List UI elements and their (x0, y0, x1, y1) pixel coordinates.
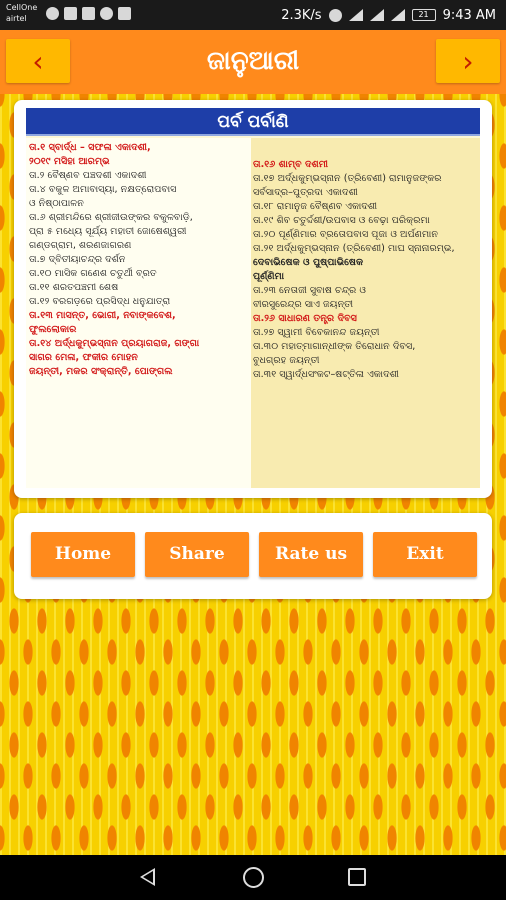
facebook-icon (118, 7, 131, 20)
calendar-heading: ପର୍ବ ପର୍ବାଣି (26, 108, 480, 136)
play-store-icon (82, 7, 95, 20)
wifi-icon (348, 9, 363, 21)
clock: 9:43 AM (442, 7, 496, 23)
recent-apps-icon[interactable] (348, 868, 366, 886)
calendar-card: ପର୍ବ ପର୍ବାଣି ତା.୧ ସ୍ବାର୍ଦ୍ଧ – ସଫଳା ଏକାଦଶ… (14, 100, 492, 498)
status-bar: CellOne airtel 2.3K/s 21 9:43 AM (0, 0, 506, 30)
calendar-entry: ତା.୬ ଶ୍ରୀମନ୍ଦିରେ ଶ୍ରୀଜୀଉଙ୍କର ବକୁଳବାଡ଼ି, (29, 212, 193, 223)
calendar-entry: ପ୍ରା ୫ ମଧ୍ୟେ ସୂର୍ଯ୍ୟ ମହାତୀ ଜୋଷେଶ୍ୱରୀ (29, 226, 187, 237)
calendar-left-column: ତା.୧ ସ୍ବାର୍ଦ୍ଧ – ସଫଳା ଏକାଦଶୀ, ୨୦୧୯ ମସିହା… (26, 138, 251, 488)
signal-1-icon (369, 9, 384, 21)
signal-2-icon (390, 9, 405, 21)
calendar-entry: ତା.୧୬ ଶାମ୍ବ ଦଶମୀ (253, 159, 329, 170)
rate-us-button[interactable]: Rate us (259, 532, 363, 577)
calendar-entry: ତା.୨୭ ସ୍ୱାମୀ ବିବେକାନନ୍ଦ ଜୟନ୍ତୀ (253, 327, 380, 338)
carrier-info: CellOne airtel (6, 2, 37, 24)
calendar-entry: ତା.୧୦ ମାସିକ ଗଣେଶ ଚତୁର୍ଥୀ ବ୍ରତ (29, 268, 157, 279)
calendar-entry: ତା.୭ ଦ୍ବିତୀୟାଚନ୍ଦ୍ର ଦର୍ଶନ (29, 254, 126, 265)
calendar-entry: ତା.୧୨ ବରଗଡ଼ରେ ପ୍ରସିଦ୍ଧ ଧନୁଯାତ୍ରା (29, 296, 171, 307)
calendar-entry: ତା.୪ ବକୁଳ ଅମାବାସ୍ୟା, ନକ୍ଷତ୍ରୋପବାସ (29, 184, 177, 195)
month-title: ଜାନୁଆରୀ (206, 46, 300, 76)
calendar-entry: ତା.୨୩ ନେତାଜୀ ସୁବାଷ ଚନ୍ଦ୍ର ଓ (253, 285, 366, 296)
calendar-entry: ବୁଧଗ୍ରହ ଜୟନ୍ତୀ (253, 355, 320, 366)
exit-button[interactable]: Exit (373, 532, 477, 577)
festival-calendar-image[interactable]: ପର୍ବ ପର୍ବାଣି ତା.୧ ସ୍ବାର୍ଦ୍ଧ – ସଫଳା ଏକାଦଶ… (26, 108, 480, 488)
calendar-entry: ତା.୨୬ ସାଧାରଣ ତନ୍ତ୍ର ଦିବସ (253, 313, 357, 324)
calendar-entry: ତା.୨୦ ପୂର୍ଣ୍ଣିମାର ବ୍ରତୋପବାସ ପୂଜା ଓ ଅର୍ପଣ… (253, 229, 438, 240)
eye-icon (328, 8, 342, 22)
calendar-entry: ତା.୧୧ ଶରତପଞ୍ଚମୀ ଶେଷ (29, 282, 119, 293)
share-button[interactable]: Share (145, 532, 249, 577)
home-circle-icon[interactable] (243, 867, 264, 888)
calendar-entry: ତା.୨୧ ଅର୍ଦ୍ଧକୁମ୍ଭସ୍ନାନ (ତ୍ରିବେଣୀ) ମାଘ ସ୍… (253, 243, 455, 254)
notification-icon (46, 7, 59, 20)
chevron-right-icon: › (462, 44, 474, 78)
calendar-entry: ତା.୩୦ ମହାତ୍ମାଗାନ୍ଧୀଙ୍କ ତିରୋଧାନ ଦିବସ, (253, 341, 416, 352)
system-nav-bar (0, 855, 506, 900)
calendar-entry: ତା.୩୧ ସ୍ୱାର୍ଦ୍ଧସଂକଟ–ଷଟ୍ତିଳା ଏକାଦଶୀ (253, 369, 399, 380)
calendar-entry: ତା.୧ ସ୍ବାର୍ଦ୍ଧ – ସଫଳା ଏକାଦଶୀ, (29, 142, 151, 153)
battery-icon: 21 (411, 9, 436, 21)
calendar-entry: ତା.୧୯ ଶିବ ଚତୁର୍ଦ୍ଦଶୀ/ଉପବାସ ଓ ବେଢ଼ା ପରିକ୍… (253, 215, 430, 226)
calendar-entry: ଗଣ୍ଡଗ୍ରାମ, ଶରଣଜାଗରଣ (29, 240, 132, 251)
network-speed: 2.3K/s (281, 7, 322, 23)
calendar-entry: ୨୦୧୯ ମସିହା ଆରମ୍ଭ (29, 156, 110, 167)
calendar-entry: ସାଗର ମେଳା, ଫକୀର ମୋହନ (29, 352, 138, 363)
calendar-entry: ଜୟନ୍ତୀ, ମକର ସଂକ୍ରାନ୍ତି, ପୋଙ୍ଗଲ (29, 366, 173, 377)
sync-icon (100, 7, 113, 20)
calendar-entry: ତା.୧୮ ରାମାନୁଜ ବୈଷ୍ଣବ ଏକାଦଶୀ (253, 201, 378, 212)
calendar-body: ତା.୧ ସ୍ବାର୍ଦ୍ଧ – ସଫଳା ଏକାଦଶୀ, ୨୦୧୯ ମସିହା… (26, 138, 480, 488)
notification-icons (46, 7, 131, 20)
email-icon (64, 7, 77, 20)
calendar-entry: ବୀରସୁରେନ୍ଦ୍ର ସାଏ ଜୟନ୍ତୀ (253, 299, 354, 310)
status-right: 2.3K/s 21 9:43 AM (281, 0, 496, 30)
calendar-right-column: ତା.୧୬ ଶାମ୍ବ ଦଶମୀ ତା.୧୭ ଅର୍ଦ୍ଧକୁମ୍ଭସ୍ନାନ (… (251, 138, 480, 488)
calendar-entry: ତା.୧୩ ମାସନ୍ତ, ଭୋଗୀ, ନବାଙ୍କବେଶ, (29, 310, 176, 321)
carrier-2: airtel (6, 14, 27, 23)
next-month-button[interactable]: › (436, 39, 500, 83)
back-icon[interactable] (140, 868, 155, 886)
action-panel: Home Share Rate us Exit (14, 513, 492, 599)
app-header: ‹ ଜାନୁଆରୀ › (0, 30, 506, 94)
calendar-entry: ପୂର୍ଣ୍ଣିମା (253, 271, 285, 282)
calendar-entry: ଦେବାଭିଷେକ ଓ ପୁଷ୍ପାଭିଷେକ (253, 257, 364, 268)
chevron-left-icon: ‹ (32, 44, 44, 78)
calendar-entry: ଫୁଲଲୋକାର (29, 324, 77, 335)
previous-month-button[interactable]: ‹ (6, 39, 70, 83)
carrier-1: CellOne (6, 3, 38, 12)
calendar-entry: ଓ ନିଷ୍ଠାପାଳନ (29, 198, 84, 209)
calendar-entry: ସର୍ବସାଦ୍ର–ପୁତ୍ରଦା ଏକାଦଶୀ (253, 187, 358, 198)
calendar-entry: ତା.୨ ବୈଷ୍ଣବ ପଞ୍ଚଦଶୀ ଏକାଦଶୀ (29, 170, 147, 181)
home-button[interactable]: Home (31, 532, 135, 577)
calendar-entry: ତା.୧୪ ଅର୍ଦ୍ଧକୁମ୍ଭସ୍ନାନ ପ୍ରୟାଗରାଜ, ଗଙ୍ଗା (29, 338, 200, 349)
calendar-entry: ତା.୧୭ ଅର୍ଦ୍ଧକୁମ୍ଭସ୍ନାନ (ତ୍ରିବେଣୀ) ରାମାନୁ… (253, 173, 442, 184)
